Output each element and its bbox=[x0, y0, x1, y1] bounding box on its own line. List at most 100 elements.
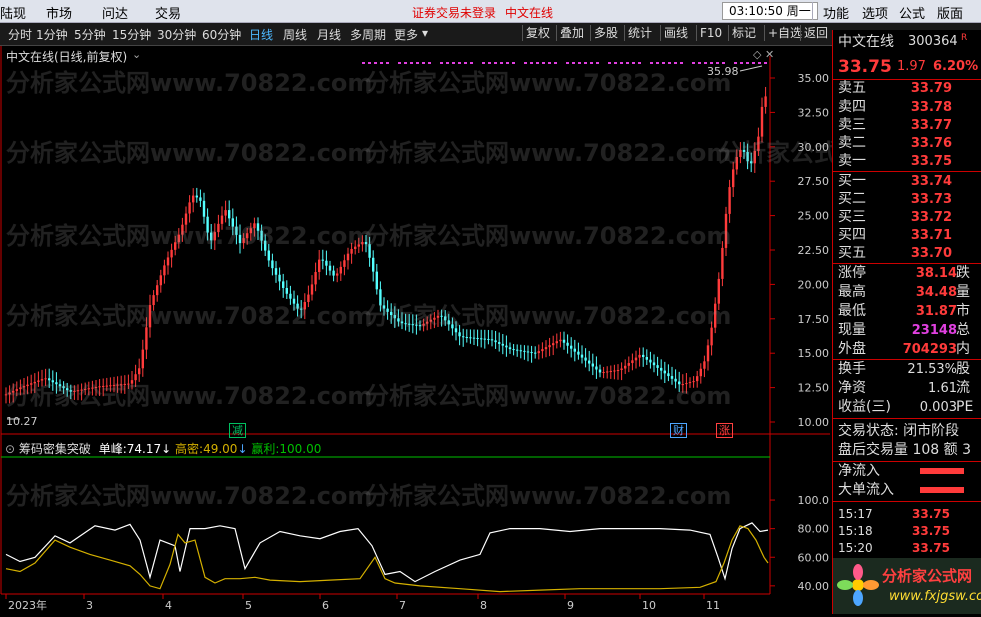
bid-row[interactable]: 买五 33.70 bbox=[833, 244, 981, 263]
candle-up bbox=[253, 223, 256, 229]
bid-row[interactable]: 买一 33.74 bbox=[833, 172, 981, 191]
candle-down bbox=[523, 350, 526, 352]
signal-dot bbox=[488, 62, 491, 64]
menu-function[interactable]: 功能 bbox=[823, 3, 849, 22]
candle-up bbox=[130, 380, 134, 384]
candle-up bbox=[4, 394, 8, 396]
after-hours-text: 盘后交易量 108 额 3 bbox=[838, 442, 971, 458]
event-tag-reduce[interactable]: 减 bbox=[229, 423, 246, 438]
candle-down bbox=[577, 351, 580, 355]
bid-row[interactable]: 买四 33.71 bbox=[833, 226, 981, 245]
menu-layout[interactable]: 版面 bbox=[937, 3, 963, 22]
candle-down bbox=[199, 197, 202, 201]
candle-up bbox=[109, 385, 112, 387]
ask-row[interactable]: 卖一 33.75 bbox=[833, 152, 981, 171]
menu-formula[interactable]: 公式 bbox=[899, 3, 925, 22]
stat-ext: 跌 bbox=[956, 265, 970, 281]
candle-up bbox=[40, 379, 44, 381]
kline-chart[interactable]: 35.00 32.50 30.00 27.50 25.00 22.50 20.00 17.50… bbox=[0, 46, 981, 614]
tab-period-30min[interactable]: 30分钟 bbox=[157, 26, 196, 43]
x-tick-label: 5 bbox=[245, 599, 252, 612]
tab-period-fenshi[interactable]: 分时 bbox=[8, 26, 32, 43]
candle-down bbox=[48, 378, 51, 381]
event-tag-limit-up[interactable]: 涨 bbox=[716, 423, 733, 438]
overlay-button[interactable]: 叠加 bbox=[556, 25, 587, 41]
candle-down bbox=[231, 218, 234, 227]
stat-value: 0.003 bbox=[919, 400, 957, 415]
y-tick-label: 22.50 bbox=[798, 244, 830, 257]
draw-line-button[interactable]: 画线 bbox=[660, 25, 691, 41]
candle-down bbox=[505, 345, 508, 348]
tab-period-weekly[interactable]: 周线 bbox=[283, 26, 307, 43]
chevron-down-icon[interactable]: ▾ bbox=[422, 26, 428, 40]
stat-value: 23148 bbox=[911, 323, 957, 338]
stats-button[interactable]: 统计 bbox=[624, 25, 655, 41]
ask-price: 33.77 bbox=[910, 118, 952, 133]
chevron-down-icon[interactable]: ⊙ bbox=[5, 442, 15, 456]
tab-period-multi[interactable]: 多周期 bbox=[350, 26, 386, 43]
menu-item-trade[interactable]: 交易 bbox=[155, 3, 181, 22]
login-warning[interactable]: 证券交易未登录 bbox=[412, 4, 496, 21]
ask-row[interactable]: 卖四 33.78 bbox=[833, 98, 981, 117]
menu-item-market[interactable]: 市场 bbox=[46, 3, 72, 22]
tab-period-60min[interactable]: 60分钟 bbox=[202, 26, 241, 43]
y-tick-label: 25.00 bbox=[798, 210, 830, 223]
tick-price: 33.75 bbox=[912, 541, 950, 555]
candle-down bbox=[51, 380, 54, 383]
menu-item-wenda[interactable]: 问达 bbox=[102, 3, 128, 22]
candle-up bbox=[159, 275, 162, 286]
ask-row[interactable]: 卖五 33.79 bbox=[833, 79, 981, 98]
tab-period-monthly[interactable]: 月线 bbox=[317, 26, 341, 43]
close-icon[interactable]: ✕ bbox=[765, 48, 774, 61]
signal-dot bbox=[716, 62, 719, 64]
quote-panel: 中文在线 300364 R 33.75 1.97 6.20% 卖五 33.79 卖… bbox=[832, 30, 981, 614]
signal-dot bbox=[584, 62, 587, 64]
tab-period-more[interactable]: 更多 bbox=[394, 26, 418, 43]
candle-down bbox=[386, 308, 389, 312]
signal-dot bbox=[740, 62, 743, 64]
signal-dot bbox=[554, 62, 557, 64]
tab-period-15min[interactable]: 15分钟 bbox=[112, 26, 151, 43]
bid-row[interactable]: 买二 33.73 bbox=[833, 190, 981, 209]
multi-stock-button[interactable]: 多股 bbox=[590, 25, 621, 41]
logo-text: 分析家公式网 bbox=[882, 567, 973, 585]
candle-up bbox=[346, 253, 350, 261]
menu-options[interactable]: 选项 bbox=[862, 3, 888, 22]
stat-ext: 市 bbox=[956, 303, 970, 319]
tab-period-daily[interactable]: 日线 bbox=[249, 26, 273, 43]
candle-up bbox=[436, 315, 440, 318]
tab-period-1min[interactable]: 1分钟 bbox=[36, 26, 68, 43]
signal-dot bbox=[662, 62, 665, 64]
ask-row[interactable]: 卖三 33.77 bbox=[833, 116, 981, 135]
f10-button[interactable]: F10 bbox=[696, 25, 725, 41]
back-button[interactable]: 返回 bbox=[800, 25, 831, 41]
chevron-down-icon[interactable]: ⌄ bbox=[132, 48, 141, 61]
candle-down bbox=[580, 354, 584, 358]
candle-up bbox=[174, 242, 177, 250]
menu-item-0[interactable]: 陆现 bbox=[0, 3, 26, 22]
y-tick-label: 30.00 bbox=[798, 141, 830, 154]
bid-label: 买五 bbox=[838, 245, 866, 261]
mark-button[interactable]: 标记 bbox=[728, 25, 759, 41]
diamond-icon[interactable]: ◇ bbox=[753, 48, 761, 61]
ask-price: 33.79 bbox=[910, 81, 952, 96]
y-tick-label: 27.50 bbox=[798, 175, 830, 188]
candle-down bbox=[670, 376, 674, 379]
stat-row: 换手 21.53% 股 bbox=[833, 360, 981, 379]
add-watchlist-button[interactable]: +自选 bbox=[764, 25, 805, 41]
candle-up bbox=[559, 339, 562, 342]
candle-down bbox=[235, 226, 238, 235]
candle-up bbox=[624, 365, 627, 369]
x-tick-label: 10 bbox=[642, 599, 656, 612]
event-tag-finance[interactable]: 财 bbox=[670, 423, 687, 438]
candle-up bbox=[163, 265, 166, 276]
candle-up bbox=[181, 224, 184, 235]
candle-up bbox=[739, 149, 742, 158]
bid-row[interactable]: 买三 33.72 bbox=[833, 208, 981, 227]
fuquan-button[interactable]: 复权 bbox=[522, 25, 553, 41]
bid-price: 33.71 bbox=[910, 228, 952, 243]
tab-period-5min[interactable]: 5分钟 bbox=[74, 26, 106, 43]
ask-row[interactable]: 卖二 33.76 bbox=[833, 134, 981, 153]
kline-chart-svg[interactable]: 35.00 32.50 30.00 27.50 25.00 22.50 20.00 17.50… bbox=[0, 46, 832, 614]
signal-dot bbox=[614, 62, 617, 64]
